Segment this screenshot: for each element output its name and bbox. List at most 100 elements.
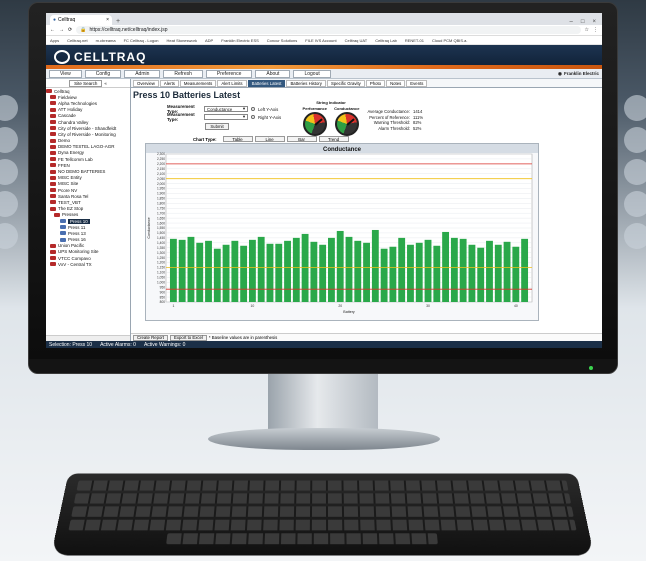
y-tick-label: 2,300: [157, 152, 165, 156]
y-tick-label: 1,700: [157, 211, 165, 215]
menu-label: About: [266, 70, 280, 77]
y-tick-label: 1,100: [157, 271, 165, 275]
menu-preference-button[interactable]: Preference: [205, 69, 253, 78]
tab-alerts[interactable]: Alerts: [159, 79, 179, 87]
tree-item-label: Press 13: [68, 230, 86, 236]
tab-photo[interactable]: Photo: [365, 79, 386, 87]
menu-bar: View Config Admin Refresh Preference About Log…: [46, 69, 602, 79]
chart-type-table-button[interactable]: Table: [222, 136, 253, 142]
star-icon[interactable]: ☆: [585, 27, 589, 33]
y-tick-label: 1,800: [157, 202, 165, 206]
tab-notes[interactable]: Notes: [386, 79, 406, 87]
tab-alert-limits[interactable]: Alert Limits: [217, 79, 247, 87]
site-icon: [60, 237, 66, 242]
reload-icon[interactable]: ⟳: [68, 27, 72, 33]
new-tab-button[interactable]: +: [116, 18, 120, 25]
site-icon: [60, 231, 66, 236]
minimize-icon[interactable]: –: [570, 19, 573, 25]
maximize-icon[interactable]: □: [581, 19, 585, 25]
chart-svg: Conductance8008509009501,0001,0501,1001,…: [146, 144, 538, 314]
bookmark-item[interactable]: Celltraq.net: [67, 38, 87, 43]
bookmark-item[interactable]: Concur Solutions: [267, 38, 297, 43]
bar: [266, 243, 274, 302]
y-tick-label: 1,950: [157, 187, 165, 191]
bar: [354, 240, 362, 302]
create-report-button[interactable]: Create Report: [133, 334, 168, 341]
chart-type-label: Chart Type:: [193, 136, 217, 142]
tree-item-label: ATT Holiday: [58, 107, 83, 113]
chart-type-bar-button[interactable]: Bar: [286, 136, 317, 142]
chart-type-line-button[interactable]: Line: [254, 136, 285, 142]
submit-button[interactable]: Submit: [205, 123, 229, 130]
tree-item-label: Presses: [62, 212, 79, 218]
x-tick-label: 30: [426, 304, 430, 308]
browser-tab-strip: ● Celltraq × + – □ ×: [46, 13, 602, 25]
tab-overview[interactable]: Overview: [133, 79, 159, 87]
menu-view-button[interactable]: View: [49, 69, 82, 78]
bookmark-item[interactable]: Franklin Electric ESS: [221, 38, 259, 43]
browser-tab[interactable]: ● Celltraq ×: [50, 15, 112, 25]
stat-label: Alarm Threshold:: [378, 125, 410, 131]
site-icon: [50, 249, 56, 254]
bookmark-item[interactable]: FILE IVS Account: [305, 38, 336, 43]
tree-item-label: VxV - Central TX: [58, 261, 92, 267]
close-window-icon[interactable]: ×: [592, 19, 596, 25]
bar: [319, 244, 327, 302]
export-excel-button[interactable]: Export to Excel: [170, 334, 207, 341]
tab-events[interactable]: Events: [406, 79, 428, 87]
site-icon: [50, 200, 56, 205]
bookmark-item[interactable]: Apps: [50, 38, 59, 43]
bookmark-item[interactable]: Heat Stoneswork: [167, 38, 197, 43]
menu-logout-button[interactable]: Logout: [293, 69, 331, 78]
bookmark-item[interactable]: FC Celltraq - Logon: [124, 38, 159, 43]
bookmark-item[interactable]: Cloud PCM QBIS.a.: [432, 38, 468, 43]
tab-batteries-latest[interactable]: Batteries Latest: [247, 79, 286, 87]
stat-row: Warning Threshold: 82%: [367, 120, 423, 126]
keyboard: [50, 473, 595, 556]
site-search-button[interactable]: Site Search: [69, 79, 103, 87]
tab-label: Alerts: [163, 80, 175, 86]
menu-refresh-button[interactable]: Refresh: [163, 69, 203, 78]
menu-config-button[interactable]: Config: [84, 69, 122, 78]
tab-measurements[interactable]: Measurements: [179, 79, 217, 87]
y-tick-label: 1,000: [157, 280, 165, 284]
bookmark-item[interactable]: ADP: [205, 38, 213, 43]
url-text: https://celltraq.net/celltraq/index.jsp: [89, 27, 168, 33]
left-axis-radio[interactable]: [251, 107, 255, 111]
tree-item-label: TEST_VBT: [58, 199, 81, 205]
chart-type-trend-button[interactable]: Trend: [318, 136, 349, 142]
collapse-icon[interactable]: «: [104, 81, 107, 86]
tree-item-label: Press 11: [68, 224, 86, 230]
stat-label: Percent of Reference:: [369, 114, 410, 120]
bookmark-item[interactable]: m.cbreama: [96, 38, 116, 43]
tab-batteries-history[interactable]: Batteries History: [286, 79, 326, 87]
bookmark-item[interactable]: Celltraq UAT: [345, 38, 368, 43]
forward-icon[interactable]: →: [59, 27, 64, 33]
menu-about-button[interactable]: About: [255, 69, 291, 78]
bar: [380, 248, 388, 302]
site-tree-sidebar: Site Search « Celltraq Fieldview Alpha Tec…: [46, 79, 131, 341]
site-icon: [50, 163, 56, 168]
tab-label: Specific Gravity: [330, 80, 361, 86]
menu-dots-icon[interactable]: ⋮: [593, 27, 598, 33]
x-axis-label: Battery: [343, 310, 355, 314]
url-input[interactable]: 🔒 https://celltraq.net/celltraq/index.js…: [76, 26, 581, 34]
bar: [486, 240, 493, 302]
y-tick-label: 2,200: [157, 162, 165, 166]
bottom-action-bar: Create Report Export to Excel * Baseline…: [131, 333, 602, 341]
site-icon: [50, 194, 56, 199]
tab-specific-gravity[interactable]: Specific Gravity: [326, 79, 365, 87]
right-axis-radio[interactable]: [251, 115, 255, 119]
tree-item[interactable]: VxV - Central TX: [46, 261, 130, 267]
status-selection: Selection: Press 10: [49, 341, 93, 348]
bar: [310, 241, 318, 302]
y-tick-label: 1,050: [157, 276, 165, 280]
measurement-type2-select[interactable]: ▾: [204, 114, 248, 120]
celltraq-favicon-icon: ●: [53, 17, 57, 23]
bookmark-item[interactable]: RENET-01: [405, 38, 424, 43]
back-icon[interactable]: ←: [50, 27, 55, 33]
measurement-type-select[interactable]: Conductance ▾: [204, 106, 248, 112]
menu-admin-button[interactable]: Admin: [124, 69, 161, 78]
close-tab-icon[interactable]: ×: [106, 17, 109, 23]
bookmark-item[interactable]: Celltraq Lab: [375, 38, 397, 43]
